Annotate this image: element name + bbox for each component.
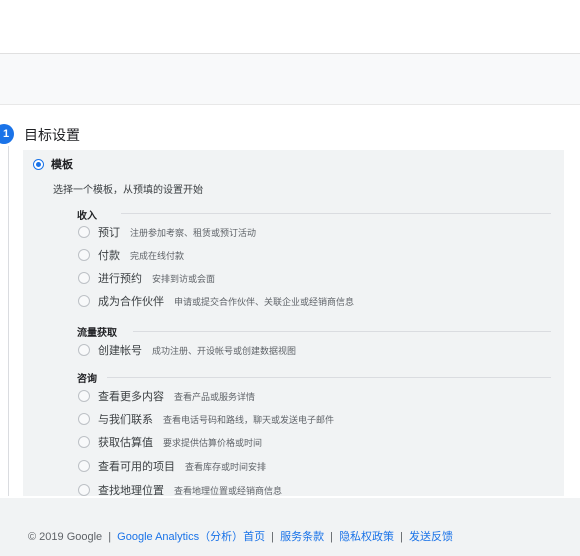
option-radio[interactable] [78, 436, 90, 448]
template-description: 选择一个模板，从预填的设置开始 [53, 185, 203, 196]
footer-separator: | [330, 531, 333, 543]
step-connector-line [8, 146, 9, 496]
group-divider [133, 331, 551, 332]
option-description: 成功注册、开设帐号或创建数据视图 [152, 345, 297, 356]
option-label: 付款 [98, 250, 120, 262]
top-bar [0, 0, 580, 54]
option-label: 创建帐号 [98, 345, 142, 357]
group-title-acquisition: 流量获取 [77, 328, 117, 339]
option-radio[interactable] [78, 249, 90, 261]
template-radio[interactable] [33, 158, 44, 170]
option-radio[interactable] [78, 295, 90, 307]
option-view-more[interactable]: 查看更多内容 查看产品或服务详情 [78, 388, 255, 404]
template-radio-option[interactable]: 模板 [33, 156, 73, 172]
option-label: 成为合作伙伴 [98, 296, 164, 308]
option-description: 查看电话号码和路线，聊天或发送电子邮件 [163, 414, 335, 425]
privacy-policy-link[interactable]: 隐私权政策 [339, 531, 394, 543]
sub-header-bar [0, 54, 580, 105]
page-footer: © 2019 Google | Google Analytics（分析）首页 |… [0, 498, 580, 556]
option-description: 查看地理位置或经销商信息 [174, 485, 283, 496]
option-contact-us[interactable]: 与我们联系 查看电话号码和路线，聊天或发送电子邮件 [78, 411, 334, 427]
option-payment[interactable]: 付款 完成在线付款 [78, 247, 184, 263]
option-label: 查找地理位置 [98, 485, 164, 496]
option-radio[interactable] [78, 460, 90, 472]
option-label: 查看可用的项目 [98, 461, 175, 473]
option-radio[interactable] [78, 390, 90, 402]
option-description: 注册参加考察、租赁或预订活动 [130, 227, 257, 238]
option-check-availability[interactable]: 查看可用的项目 查看库存或时间安排 [78, 458, 266, 474]
option-label: 进行预约 [98, 273, 142, 285]
terms-link[interactable]: 服务条款 [280, 531, 324, 543]
group-divider [121, 213, 551, 214]
group-title-inquiry: 咨询 [77, 374, 97, 385]
option-find-location[interactable]: 查找地理位置 查看地理位置或经销商信息 [78, 482, 282, 496]
footer-links: © 2019 Google | Google Analytics（分析）首页 |… [28, 528, 453, 544]
option-label: 获取估算值 [98, 437, 153, 449]
option-create-account[interactable]: 创建帐号 成功注册、开设帐号或创建数据视图 [78, 342, 296, 358]
group-title-revenue: 收入 [77, 211, 97, 222]
section-title: 目标设置 [24, 127, 80, 143]
option-radio[interactable] [78, 484, 90, 496]
option-description: 查看库存或时间安排 [185, 461, 267, 472]
option-reservation[interactable]: 预订 注册参加考察、租赁或预订活动 [78, 224, 256, 240]
footer-separator: | [271, 531, 275, 543]
option-description: 安排到访或会面 [152, 273, 216, 284]
goal-template-panel: 模板 选择一个模板，从预填的设置开始 收入 预订 注册参加考察、租赁或预订活动 … [23, 150, 564, 496]
option-description: 查看产品或服务详情 [174, 391, 256, 402]
template-label: 模板 [51, 159, 73, 171]
option-get-estimate[interactable]: 获取估算值 要求提供估算价格或时间 [78, 434, 262, 450]
step-number-badge: 1 [0, 124, 14, 144]
option-radio[interactable] [78, 272, 90, 284]
analytics-home-link[interactable]: Google Analytics（分析）首页 [117, 531, 265, 543]
option-description: 申请或提交合作伙伴、关联企业或经销商信息 [174, 296, 355, 307]
copyright-text: © 2019 Google [28, 531, 103, 543]
option-label: 与我们联系 [98, 414, 153, 426]
option-description: 完成在线付款 [130, 250, 185, 261]
option-radio[interactable] [78, 344, 90, 356]
option-description: 要求提供估算价格或时间 [163, 437, 263, 448]
option-partner[interactable]: 成为合作伙伴 申请或提交合作伙伴、关联企业或经销商信息 [78, 293, 354, 309]
option-label: 查看更多内容 [98, 391, 164, 403]
option-radio[interactable] [78, 226, 90, 238]
footer-separator: | [108, 531, 112, 543]
option-label: 预订 [98, 227, 120, 239]
footer-separator: | [400, 531, 403, 543]
option-radio[interactable] [78, 413, 90, 425]
send-feedback-link[interactable]: 发送反馈 [409, 531, 453, 543]
group-divider [107, 377, 551, 378]
option-appointment[interactable]: 进行预约 安排到访或会面 [78, 270, 215, 286]
